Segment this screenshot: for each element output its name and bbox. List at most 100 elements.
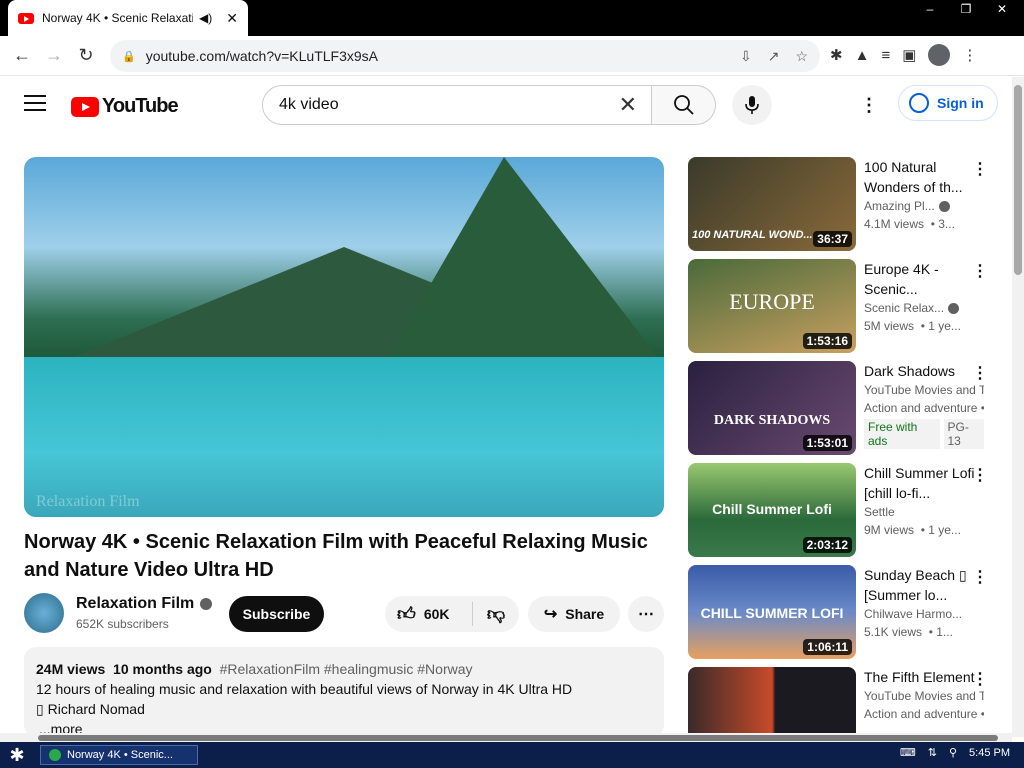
card-channel: Amazing Pl... xyxy=(864,197,984,215)
speaker-icon[interactable]: ◀) xyxy=(199,11,212,25)
youtube-play-logo-icon xyxy=(71,96,99,117)
recommendation-card[interactable]: 100 NATURAL WOND... 36:37 100 Natural Wo… xyxy=(688,157,1008,251)
forward-icon[interactable]: → xyxy=(38,45,70,66)
browser-menu-icon[interactable]: ⋮ xyxy=(962,46,977,64)
card-channel[interactable]: Chilwave Harmo... xyxy=(864,605,984,623)
scrollbar-thumb[interactable] xyxy=(38,735,998,741)
video-thumbnail[interactable]: 100 NATURAL WOND... 36:37 xyxy=(688,157,856,251)
keyboard-icon[interactable]: ⌨ xyxy=(900,746,916,759)
card-title[interactable]: Europe 4K - Scenic... xyxy=(864,259,984,299)
subscriber-count: 652K subscribers xyxy=(76,617,169,631)
verified-icon xyxy=(938,201,950,213)
like-count: 60K xyxy=(423,606,450,622)
card-menu-icon[interactable]: ⋮ xyxy=(972,669,988,689)
dislike-button[interactable]: 👎︎ xyxy=(473,603,519,625)
recommendation-card[interactable]: DARK SHADOWS 1:53:01 Dark Shadows YouTub… xyxy=(688,361,1008,455)
bookmark-star-icon[interactable]: ☆ xyxy=(795,48,808,65)
card-title[interactable]: Dark Shadows xyxy=(864,361,984,381)
clock[interactable]: 5:45 PM xyxy=(969,747,1010,759)
close-tab-icon[interactable]: ✕ xyxy=(226,10,238,27)
minimize-button[interactable]: – xyxy=(914,0,946,18)
recommendation-card[interactable]: Chill Summer Lofi 2:03:12 Chill Summer L… xyxy=(688,463,1008,557)
card-title[interactable]: 100 Natural Wonders of th... xyxy=(864,157,984,197)
youtube-header: YouTube 4k video ✕ ⋮ Sign in xyxy=(0,77,1024,133)
youtube-logo[interactable]: YouTube xyxy=(71,95,179,118)
vertical-scrollbar[interactable] xyxy=(1012,77,1024,737)
clear-search-icon[interactable]: ✕ xyxy=(619,92,637,118)
video-thumbnail[interactable]: EUROPE 1:53:16 xyxy=(688,259,856,353)
network-icon[interactable]: ⇅ xyxy=(928,746,937,759)
media-queue-icon[interactable]: ≡ xyxy=(881,47,890,64)
share-button[interactable]: ↪ Share xyxy=(528,596,620,632)
card-title[interactable]: Sunday Beach ▯ [Summer lo... xyxy=(864,565,984,605)
labs-flask-icon[interactable]: ▲ xyxy=(855,47,870,64)
extensions-puzzle-icon[interactable]: ✱ xyxy=(830,46,843,64)
profile-avatar-icon[interactable] xyxy=(928,44,951,66)
search-button[interactable] xyxy=(652,85,716,125)
address-bar[interactable]: 🔒 youtube.com/watch?v=KLuTLF3x9sA ⇩ ↗ ☆ xyxy=(110,40,820,72)
card-title[interactable]: The Fifth Element xyxy=(864,667,984,687)
sign-in-button[interactable]: Sign in xyxy=(898,85,998,121)
video-title: Norway 4K • Scenic Relaxation Film with … xyxy=(24,531,648,581)
card-info: Europe 4K - Scenic... Scenic Relax... 5M… xyxy=(864,259,984,335)
tab-title: Norway 4K • Scenic Relaxation xyxy=(42,11,194,25)
search-tray-icon[interactable]: ⚲ xyxy=(949,746,957,759)
video-thumbnail[interactable]: Chill Summer Lofi 2:03:12 xyxy=(688,463,856,557)
voice-search-button[interactable] xyxy=(732,85,772,125)
channel-name[interactable]: Relaxation Film xyxy=(76,595,213,613)
search-input[interactable]: 4k video ✕ xyxy=(262,85,652,125)
recommendation-card[interactable]: CHILL SUMMER LOFI 1:06:11 Sunday Beach ▯… xyxy=(688,565,1008,659)
video-player[interactable]: Relaxation Film xyxy=(24,157,664,517)
card-menu-icon[interactable]: ⋮ xyxy=(972,567,988,587)
duration-badge: 2:03:12 xyxy=(802,537,852,553)
card-title[interactable]: Chill Summer Lofi [chill lo-fi... xyxy=(864,463,984,503)
card-views: 5.1K views • 1... xyxy=(864,625,953,639)
card-info: Sunday Beach ▯ [Summer lo... Chilwave Ha… xyxy=(864,565,984,641)
share-arrow-icon: ↪ xyxy=(543,606,558,623)
taskbar-window-button[interactable]: Norway 4K • Scenic... xyxy=(40,745,198,765)
video-thumbnail[interactable] xyxy=(688,667,856,737)
system-tray: ⌨ ⇅ ⚲ 5:45 PM xyxy=(900,746,1010,760)
browser-tab[interactable]: Norway 4K • Scenic Relaxation ◀) ✕ xyxy=(8,0,248,36)
video-thumbnail[interactable]: CHILL SUMMER LOFI 1:06:11 xyxy=(688,565,856,659)
video-thumbnail[interactable]: DARK SHADOWS 1:53:01 xyxy=(688,361,856,455)
restore-button[interactable]: ❐ xyxy=(950,0,982,18)
description-line: ▯ Richard Nomad xyxy=(36,701,145,717)
more-actions-icon[interactable]: ⋯ xyxy=(628,596,664,632)
share-page-icon[interactable]: ↗ xyxy=(768,48,780,65)
verified-icon xyxy=(948,303,960,315)
thumbnail-caption: DARK SHADOWS xyxy=(713,413,831,428)
video-watermark: Relaxation Film xyxy=(36,493,140,510)
recommendation-card[interactable]: The Fifth Element YouTube Movies and TV … xyxy=(688,667,1008,737)
back-icon[interactable]: ← xyxy=(6,45,38,66)
view-count: 24M views xyxy=(36,661,106,677)
card-menu-icon[interactable]: ⋮ xyxy=(972,261,988,281)
chrome-icon xyxy=(49,749,61,761)
close-window-button[interactable]: ✕ xyxy=(986,0,1018,18)
card-channel[interactable]: YouTube Movies and TV xyxy=(864,381,984,399)
card-menu-icon[interactable]: ⋮ xyxy=(972,159,988,179)
install-icon[interactable]: ⇩ xyxy=(740,48,752,65)
settings-kebab-icon[interactable]: ⋮ xyxy=(860,95,878,116)
hamburger-menu-icon[interactable] xyxy=(24,95,46,116)
card-menu-icon[interactable]: ⋮ xyxy=(972,363,988,383)
scrollbar-thumb[interactable] xyxy=(1014,85,1022,275)
card-channel: Scenic Relax... xyxy=(864,299,984,317)
like-button[interactable]: 👍︎ 60K xyxy=(385,602,473,626)
side-panel-icon[interactable]: ▣ xyxy=(902,46,916,64)
card-channel[interactable]: Settle xyxy=(864,503,984,521)
card-channel[interactable]: YouTube Movies and TV xyxy=(864,687,984,705)
description-meta: 24M views 10 months ago #RelaxationFilm … xyxy=(36,659,652,679)
thumbs-up-icon: 👍︎ xyxy=(397,604,416,624)
url-text: youtube.com/watch?v=KLuTLF3x9sA xyxy=(145,48,378,64)
channel-avatar[interactable] xyxy=(24,593,64,633)
card-menu-icon[interactable]: ⋮ xyxy=(972,465,988,485)
start-menu-icon[interactable]: ✱ xyxy=(0,745,34,766)
recommendation-card[interactable]: EUROPE 1:53:16 Europe 4K - Scenic... Sce… xyxy=(688,259,1008,353)
description-box[interactable]: 24M views 10 months ago #RelaxationFilm … xyxy=(24,647,664,737)
reload-icon[interactable]: ↻ xyxy=(70,45,102,66)
hashtags[interactable]: #RelaxationFilm #healingmusic #Norway xyxy=(220,661,473,677)
subscribe-button[interactable]: Subscribe xyxy=(229,596,324,632)
duration-badge: 1:06:11 xyxy=(803,639,852,655)
youtube-favicon-icon xyxy=(18,12,34,24)
